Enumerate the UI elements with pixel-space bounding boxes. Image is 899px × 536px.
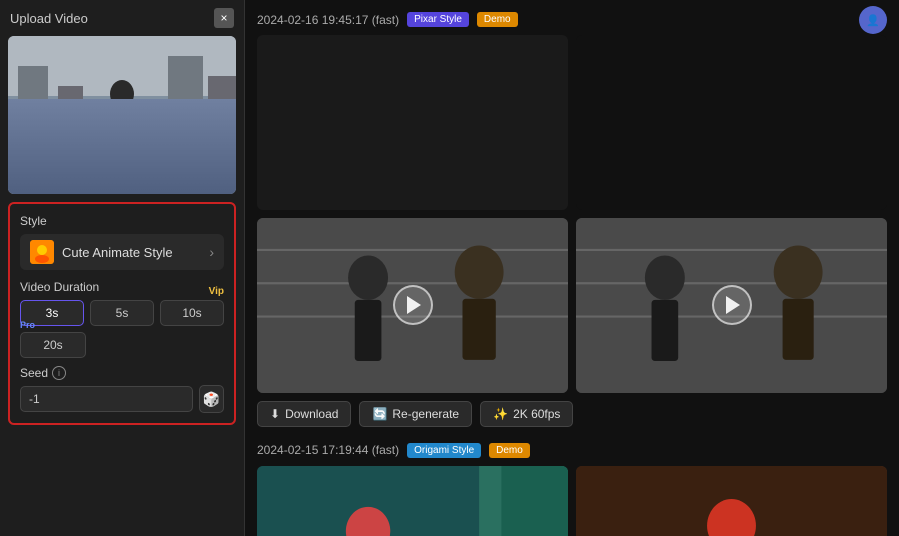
download-button[interactable]: ⬇ Download bbox=[257, 401, 351, 427]
result-group-1: 2024-02-16 19:45:17 (fast) Pixar Style D… bbox=[257, 12, 887, 427]
style-selector[interactable]: Cute Animate Style › bbox=[20, 234, 224, 270]
duration-20s-button[interactable]: 20s bbox=[20, 332, 86, 358]
quality-icon: ✨ bbox=[493, 407, 508, 421]
seed-label-row: Seed i bbox=[20, 366, 224, 380]
teal-scene bbox=[257, 466, 568, 536]
seed-input-row: 🎲 bbox=[20, 385, 224, 413]
video-card-scene-left[interactable] bbox=[257, 218, 568, 393]
duration-5s-button[interactable]: 5s bbox=[90, 300, 154, 326]
seed-section: Seed i 🎲 bbox=[20, 366, 224, 413]
download-icon: ⬇ bbox=[270, 407, 280, 421]
left-panel: Upload Video × bbox=[0, 0, 245, 536]
duration-row2-wrapper: Pro 20s bbox=[20, 332, 224, 358]
preview-scene bbox=[8, 36, 236, 194]
regenerate-label: Re-generate bbox=[392, 407, 459, 421]
upload-title: Upload Video bbox=[10, 11, 88, 26]
vip-badge: Vip bbox=[209, 286, 224, 297]
origami-style-badge: Origami Style bbox=[407, 443, 481, 458]
duration-10s-button[interactable]: 10s bbox=[160, 300, 224, 326]
duration-label: Video Duration bbox=[20, 280, 224, 294]
duration-row1: Vip 3s 5s 10s bbox=[20, 300, 224, 326]
regenerate-button[interactable]: 🔄 Re-generate bbox=[359, 401, 472, 427]
pixar-style-badge: Pixar Style bbox=[407, 12, 469, 27]
settings-section: Style Cute Animate Style › Video Duratio… bbox=[8, 202, 236, 425]
result-header-2: 2024-02-15 17:19:44 (fast) Origami Style… bbox=[257, 443, 887, 458]
orange-scene bbox=[576, 466, 887, 536]
result-header-1: 2024-02-16 19:45:17 (fast) Pixar Style D… bbox=[257, 12, 887, 27]
seed-input[interactable] bbox=[20, 386, 193, 412]
style-name: Cute Animate Style bbox=[62, 245, 173, 260]
pro-badge: Pro bbox=[20, 320, 35, 330]
video-card-teal[interactable] bbox=[257, 466, 568, 536]
video-grid-1 bbox=[257, 35, 887, 393]
video-card-empty[interactable] bbox=[257, 35, 568, 210]
demo-badge-1: Demo bbox=[477, 12, 518, 27]
quality-button[interactable]: ✨ 2K 60fps bbox=[480, 401, 573, 427]
seed-label: Seed bbox=[20, 366, 48, 380]
demo-badge-2: Demo bbox=[489, 443, 530, 458]
result2-grid bbox=[257, 466, 887, 536]
quality-label: 2K 60fps bbox=[513, 407, 560, 421]
action-bar: ⬇ Download 🔄 Re-generate ✨ 2K 60fps bbox=[257, 401, 887, 427]
video-card-empty-2[interactable] bbox=[576, 35, 887, 210]
video-card-orange[interactable] bbox=[576, 466, 887, 536]
result-timestamp-2: 2024-02-15 17:19:44 (fast) bbox=[257, 443, 399, 457]
preview-svg bbox=[8, 36, 236, 194]
style-selector-left: Cute Animate Style bbox=[30, 240, 173, 264]
play-button-2[interactable] bbox=[712, 285, 752, 325]
play-icon-1 bbox=[407, 296, 421, 314]
style-label: Style bbox=[20, 214, 224, 228]
close-button[interactable]: × bbox=[214, 8, 234, 28]
dice-button[interactable]: 🎲 bbox=[199, 385, 224, 413]
duration-row2: 20s bbox=[20, 332, 224, 358]
style-thumbnail bbox=[30, 240, 54, 264]
result-timestamp-1: 2024-02-16 19:45:17 (fast) bbox=[257, 13, 399, 27]
dice-icon: 🎲 bbox=[203, 391, 220, 408]
right-panel: 👤 2024-02-16 19:45:17 (fast) Pixar Style… bbox=[245, 0, 899, 536]
play-button-1[interactable] bbox=[393, 285, 433, 325]
chevron-right-icon: › bbox=[209, 244, 214, 260]
result-group-2: 2024-02-15 17:19:44 (fast) Origami Style… bbox=[257, 443, 887, 536]
user-avatar[interactable]: 👤 bbox=[859, 6, 887, 34]
play-icon-2 bbox=[726, 296, 740, 314]
video-card-scene-right[interactable] bbox=[576, 218, 887, 393]
download-label: Download bbox=[285, 407, 338, 421]
regenerate-icon: 🔄 bbox=[372, 407, 387, 421]
video-preview bbox=[8, 36, 236, 194]
upload-header: Upload Video × bbox=[0, 0, 244, 36]
seed-info-icon: i bbox=[52, 366, 66, 380]
close-icon: × bbox=[220, 11, 227, 25]
